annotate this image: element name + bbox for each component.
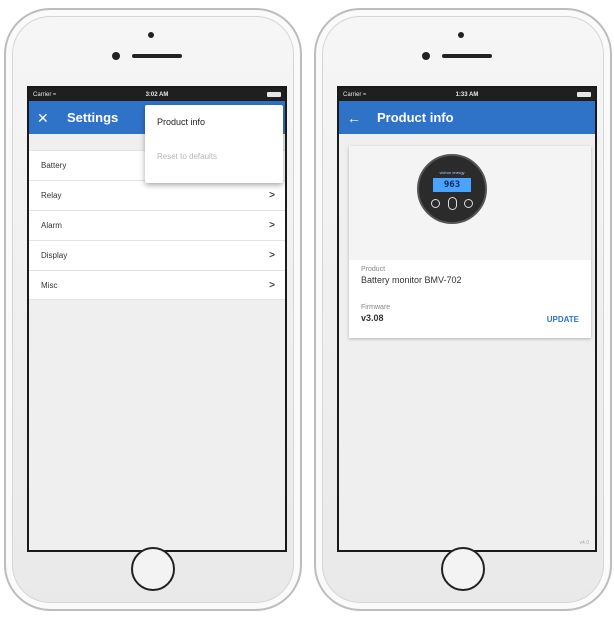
product-value: Battery monitor BMV-702 — [361, 275, 462, 285]
device-buttons — [431, 197, 473, 210]
close-icon[interactable]: ✕ — [37, 111, 57, 125]
menu-item-product-info[interactable]: Product info — [145, 105, 283, 139]
device-button — [447, 197, 457, 210]
product-card: victron energy 963 Product Battery monit… — [349, 146, 591, 338]
screen-settings: Carrier ≈ 3:02 AM ✕ Settings Battery Rel… — [27, 86, 287, 552]
settings-item-label: Relay — [41, 191, 62, 200]
settings-item-misc[interactable]: Misc > — [29, 270, 285, 300]
screen-product-info: Carrier ≈ 1:33 AM ← Product info victron… — [337, 86, 597, 552]
status-bar: Carrier ≈ 1:33 AM — [339, 88, 595, 101]
app-bar: ← Product info — [339, 101, 595, 134]
home-button[interactable] — [131, 547, 175, 591]
firmware-label: Firmware — [361, 304, 391, 311]
device-display: 963 — [433, 178, 471, 192]
settings-item-display[interactable]: Display > — [29, 240, 285, 270]
device-button — [431, 199, 440, 208]
front-camera — [148, 32, 154, 38]
earpiece-speaker — [442, 54, 492, 58]
proximity-sensor — [112, 52, 120, 60]
chevron-right-icon: > — [269, 279, 275, 291]
front-camera — [458, 32, 464, 38]
product-field: Product Battery monitor BMV-702 — [349, 266, 591, 285]
settings-item-label: Display — [41, 251, 68, 260]
device-brand-logo: victron energy — [439, 170, 465, 175]
settings-item-relay[interactable]: Relay > — [29, 180, 285, 210]
proximity-sensor — [422, 52, 430, 60]
app-version: v4.0 — [579, 540, 589, 546]
chevron-right-icon: > — [269, 220, 275, 231]
chevron-right-icon: > — [269, 190, 275, 201]
phone-left: Carrier ≈ 3:02 AM ✕ Settings Battery Rel… — [4, 8, 302, 611]
device-image: victron energy 963 — [349, 146, 591, 260]
status-time: 3:02 AM — [145, 91, 169, 98]
settings-item-alarm[interactable]: Alarm > — [29, 210, 285, 240]
earpiece-speaker — [132, 54, 182, 58]
settings-item-label: Misc — [41, 280, 58, 290]
update-button[interactable]: UPDATE — [547, 315, 579, 324]
status-bar: Carrier ≈ 3:02 AM — [29, 88, 285, 101]
product-label: Product — [361, 266, 386, 273]
status-time: 1:33 AM — [455, 91, 479, 98]
page-title: Settings — [67, 110, 119, 125]
battery-monitor-image: victron energy 963 — [417, 154, 487, 224]
page-title: Product info — [377, 110, 454, 125]
device-button — [464, 199, 473, 208]
home-button[interactable] — [441, 547, 485, 591]
menu-item-reset-to-defaults[interactable]: Reset to defaults — [145, 139, 283, 173]
settings-item-label: Alarm — [41, 221, 62, 230]
chevron-right-icon: > — [269, 250, 275, 261]
overflow-menu: Product info Reset to defaults — [145, 105, 283, 183]
back-arrow-icon[interactable]: ← — [347, 111, 367, 125]
phone-right: Carrier ≈ 1:33 AM ← Product info victron… — [314, 8, 612, 611]
